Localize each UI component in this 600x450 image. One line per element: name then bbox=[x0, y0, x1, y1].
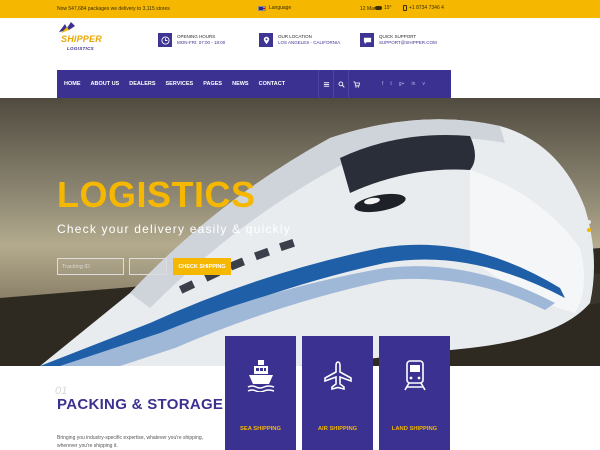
search-icon bbox=[338, 81, 345, 88]
temperature-label: 15° bbox=[384, 5, 392, 11]
service-card-sea[interactable]: SEA SHIPPING bbox=[225, 336, 296, 450]
nav-contact[interactable]: CONTACT bbox=[254, 70, 290, 98]
chat-icon bbox=[363, 37, 371, 44]
location-icon-box bbox=[259, 33, 273, 47]
twitter-icon[interactable]: t bbox=[390, 81, 391, 87]
hero-slider: LOGISTICS Check your delivery easily & q… bbox=[0, 98, 600, 366]
cart-icon bbox=[352, 80, 360, 88]
facebook-icon[interactable]: f bbox=[382, 81, 383, 87]
hero-subtitle: Check your delivery easily & quickly bbox=[57, 222, 291, 236]
delivery-stats: Now 547,684 packages we delivery to 3,11… bbox=[57, 6, 170, 12]
service-card-land[interactable]: LAND SHIPPING bbox=[379, 336, 450, 450]
language-selector[interactable]: Language bbox=[258, 5, 291, 11]
flag-icon bbox=[258, 5, 266, 11]
nav-pages[interactable]: PAGES bbox=[198, 70, 227, 98]
section-title: PACKING & STORAGE bbox=[57, 396, 224, 413]
slider-dot[interactable] bbox=[587, 220, 591, 224]
nav-about-us[interactable]: ABOUT US bbox=[86, 70, 125, 98]
train-icon bbox=[403, 360, 426, 391]
service-card-air[interactable]: AIR SHIPPING bbox=[302, 336, 373, 450]
info-value: MON-FRI: 07:00 - 18:00 bbox=[177, 40, 226, 45]
social-links: f t g+ in v bbox=[382, 70, 425, 98]
cart-button[interactable] bbox=[348, 70, 363, 98]
nav-tools bbox=[318, 70, 363, 98]
info-value: LOS ANGELES - CALIFORNIA bbox=[278, 40, 341, 45]
vimeo-icon[interactable]: v bbox=[422, 81, 425, 87]
google-plus-icon[interactable]: g+ bbox=[399, 81, 405, 87]
slider-dot[interactable] bbox=[587, 236, 591, 240]
search-button[interactable] bbox=[333, 70, 348, 98]
service-label: SEA SHIPPING bbox=[239, 426, 282, 432]
linkedin-icon[interactable]: in bbox=[411, 81, 415, 87]
ship-icon bbox=[247, 360, 274, 392]
clock-icon-box bbox=[158, 33, 172, 47]
plane-icon bbox=[323, 361, 352, 391]
nav-services[interactable]: SERVICES bbox=[161, 70, 199, 98]
service-label: LAND SHIPPING bbox=[391, 426, 438, 432]
tracking-type-select[interactable] bbox=[129, 258, 167, 275]
hero-title: LOGISTICS bbox=[57, 174, 256, 215]
top-bar: Now 547,684 packages we delivery to 3,11… bbox=[0, 0, 600, 18]
phone-number: +1 8734 7346 4 bbox=[409, 5, 444, 11]
location-info: OUR LOCATION LOS ANGELES - CALIFORNIA bbox=[259, 33, 340, 47]
support-icon-box bbox=[360, 33, 374, 47]
site-logo[interactable]: SHIPPER LOGISTICS bbox=[57, 22, 117, 62]
info-value[interactable]: SUPPORT@SHIPPER.COM bbox=[379, 40, 437, 46]
nav-dealers[interactable]: DEALERS bbox=[124, 70, 160, 98]
wing-logo-icon bbox=[59, 22, 75, 33]
nav-home[interactable]: HOME bbox=[57, 70, 86, 98]
date-label: 12 Mar bbox=[360, 6, 376, 12]
cloud-icon bbox=[375, 6, 382, 10]
tracking-id-input[interactable] bbox=[57, 258, 124, 275]
check-shipping-button[interactable]: CHECK SHIPPING bbox=[173, 258, 231, 275]
phone-icon bbox=[403, 5, 407, 11]
support-info: QUICK SUPPORT SUPPORT@SHIPPER.COM bbox=[360, 33, 437, 47]
main-nav: HOME ABOUT US DEALERS SERVICES PAGES NEW… bbox=[57, 70, 451, 98]
slider-dot-active[interactable] bbox=[587, 228, 591, 232]
nav-news[interactable]: NEWS bbox=[227, 70, 254, 98]
clock-icon bbox=[160, 35, 170, 45]
language-label: Language bbox=[269, 5, 292, 11]
hamburger-icon bbox=[323, 81, 329, 87]
opening-hours-info: OPENING HOURS MON-FRI: 07:00 - 18:00 bbox=[158, 33, 225, 47]
weather: 15° bbox=[375, 5, 392, 11]
logo-subtitle: LOGISTICS bbox=[67, 46, 94, 51]
slider-dots bbox=[587, 220, 591, 240]
section-text: Bringing you industry-specific expertise… bbox=[57, 435, 204, 449]
menu-toggle-button[interactable] bbox=[318, 70, 333, 98]
service-label: AIR SHIPPING bbox=[317, 426, 358, 432]
logo-brand: SHIPPER bbox=[61, 34, 102, 44]
phone-contact[interactable]: +1 8734 7346 4 bbox=[403, 5, 444, 11]
map-pin-icon bbox=[263, 36, 269, 44]
